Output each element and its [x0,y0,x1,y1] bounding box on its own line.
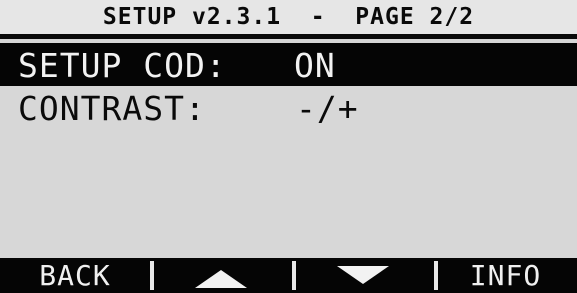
menu-item-label: CONTRAST: [18,89,206,128]
arrow-down-icon [337,265,389,284]
softkey-bar: BACK INFO [0,258,577,293]
menu-item-value: ON [294,46,336,85]
header-bar: SETUP v2.3.1 - PAGE 2/2 [0,0,577,34]
device-screen: SETUP v2.3.1 - PAGE 2/2 SETUP COD: ON CO… [0,0,577,293]
menu-item-contrast[interactable]: CONTRAST: -/+ [0,86,577,129]
header-divider [0,34,577,39]
back-button[interactable]: BACK [0,258,150,293]
info-button-label: INFO [469,258,542,292]
menu-item-setup-cod[interactable]: SETUP COD: ON [0,43,577,86]
page-title: SETUP v2.3.1 - PAGE 2/2 [102,4,475,30]
menu-item-value: -/+ [296,89,359,128]
info-button[interactable]: INFO [434,258,577,293]
arrow-up-icon [195,269,247,288]
menu-item-label: SETUP COD: [18,46,227,85]
up-button[interactable] [150,258,292,293]
down-button[interactable] [292,258,434,293]
back-button-label: BACK [39,258,111,292]
